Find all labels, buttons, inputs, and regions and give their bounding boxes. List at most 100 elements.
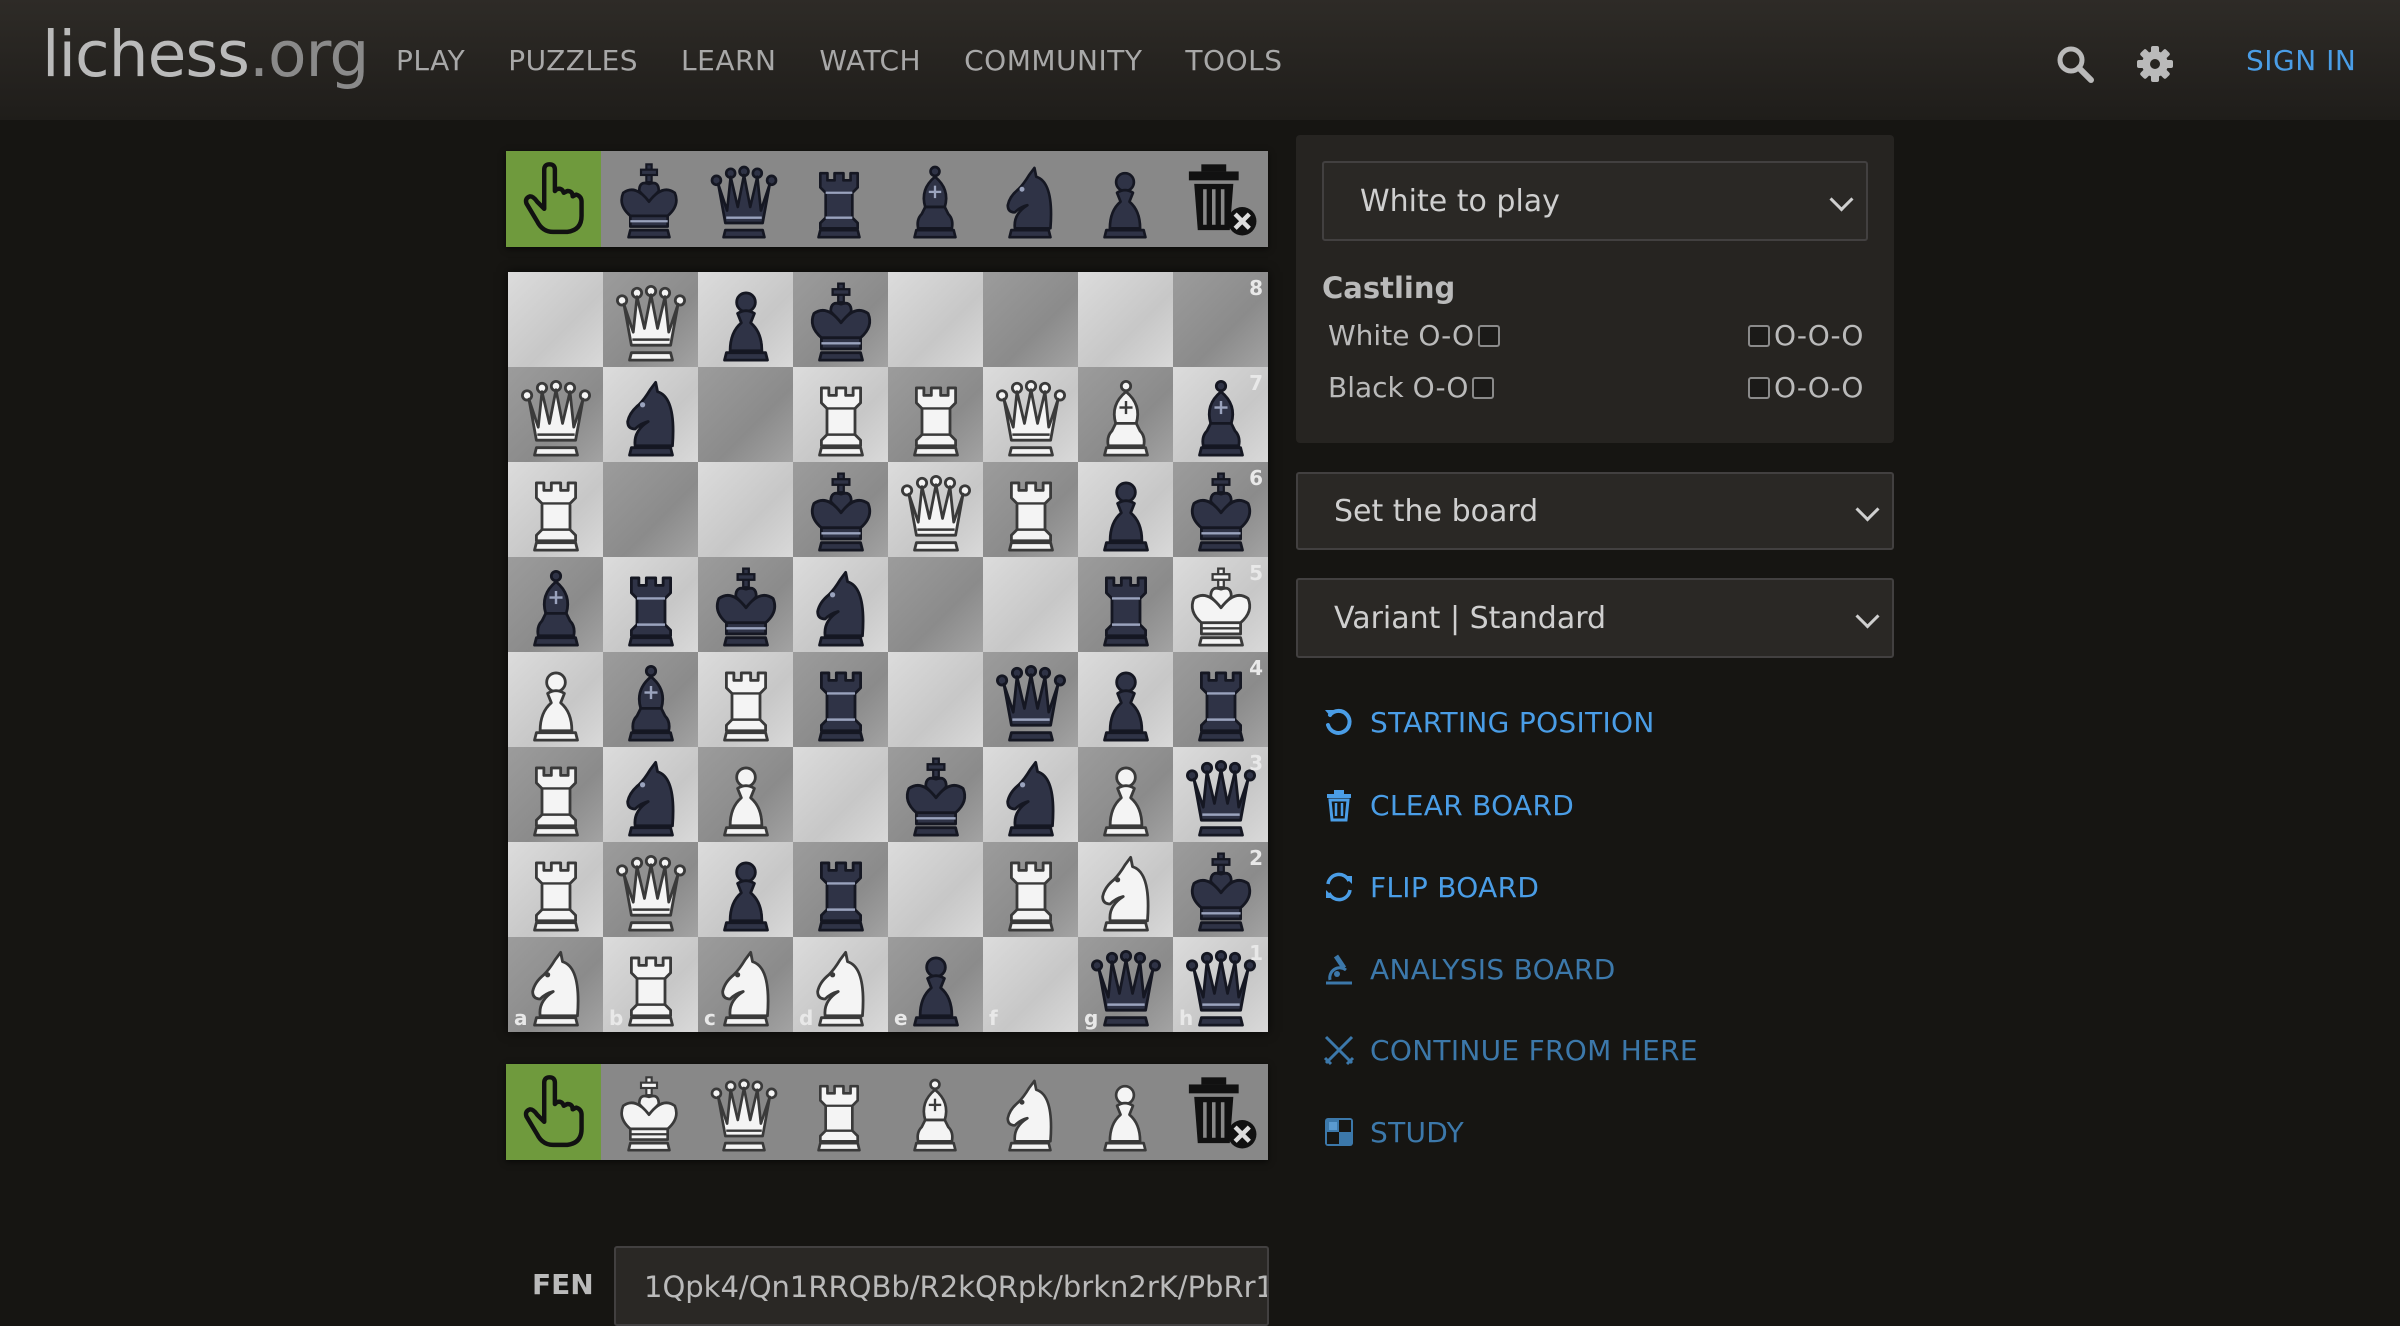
flip-board-button[interactable]: FLIP BOARD	[1322, 870, 1539, 904]
pointer-tool-icon[interactable]	[506, 1064, 601, 1160]
square-a8[interactable]	[508, 272, 603, 367]
square-d8[interactable]	[793, 272, 888, 367]
site-logo[interactable]: lichess.org	[42, 18, 369, 91]
study-button[interactable]: STUDY	[1322, 1115, 1464, 1149]
square-b1[interactable]: b	[603, 937, 698, 1032]
nav-tools[interactable]: TOOLS	[1185, 44, 1282, 77]
square-d5[interactable]	[793, 557, 888, 652]
spare-black-king-icon[interactable]	[601, 151, 696, 247]
square-a3[interactable]	[508, 747, 603, 842]
square-c1[interactable]: c	[698, 937, 793, 1032]
black-rook-icon[interactable]	[799, 848, 883, 932]
spare-white-queen-icon[interactable]	[697, 1064, 792, 1160]
black-king-icon[interactable]	[799, 468, 883, 552]
square-b8[interactable]	[603, 272, 698, 367]
square-h4[interactable]: 4	[1173, 652, 1268, 747]
starting-position-button[interactable]: STARTING POSITION	[1322, 705, 1655, 739]
square-g3[interactable]	[1078, 747, 1173, 842]
nav-learn[interactable]: LEARN	[681, 44, 776, 77]
square-e6[interactable]	[888, 462, 983, 557]
square-e5[interactable]	[888, 557, 983, 652]
black-rook-icon[interactable]	[799, 658, 883, 742]
black-knight-icon[interactable]	[609, 373, 693, 457]
square-h1[interactable]: 1h	[1173, 937, 1268, 1032]
analysis-board-button[interactable]: ANALYSIS BOARD	[1322, 952, 1616, 986]
gear-icon[interactable]	[2135, 44, 2175, 84]
square-g4[interactable]	[1078, 652, 1173, 747]
clear-board-button[interactable]: CLEAR BOARD	[1322, 788, 1574, 822]
square-h5[interactable]: 5	[1173, 557, 1268, 652]
white-rook-icon[interactable]	[514, 753, 598, 837]
spare-black-rook-icon[interactable]	[792, 151, 887, 247]
spare-white-knight-icon[interactable]	[982, 1064, 1077, 1160]
black-king-icon[interactable]	[704, 563, 788, 647]
square-h7[interactable]: 7	[1173, 367, 1268, 462]
white-knight-icon[interactable]	[1084, 848, 1168, 932]
square-g8[interactable]	[1078, 272, 1173, 367]
pointer-tool-icon[interactable]	[506, 151, 601, 247]
square-d3[interactable]	[793, 747, 888, 842]
square-e4[interactable]	[888, 652, 983, 747]
spare-white-king-icon[interactable]	[601, 1064, 696, 1160]
square-c2[interactable]	[698, 842, 793, 937]
nav-play[interactable]: PLAY	[396, 44, 465, 77]
square-b3[interactable]	[603, 747, 698, 842]
square-f8[interactable]	[983, 272, 1078, 367]
square-h2[interactable]: 2	[1173, 842, 1268, 937]
trash-tool-icon[interactable]	[1173, 151, 1268, 247]
white-pawn-icon[interactable]	[514, 658, 598, 742]
square-f5[interactable]	[983, 557, 1078, 652]
fen-input[interactable]: 1Qpk4/Qn1RRQBb/R2kQRpk/brkn2rK/PbRr1q	[614, 1246, 1269, 1326]
square-b4[interactable]	[603, 652, 698, 747]
variant-select[interactable]: Variant | Standard	[1296, 578, 1894, 658]
spare-white-bishop-icon[interactable]	[887, 1064, 982, 1160]
black-pawn-icon[interactable]	[1084, 658, 1168, 742]
square-d4[interactable]	[793, 652, 888, 747]
square-g1[interactable]: g	[1078, 937, 1173, 1032]
square-c5[interactable]	[698, 557, 793, 652]
square-b7[interactable]	[603, 367, 698, 462]
square-e2[interactable]	[888, 842, 983, 937]
square-e8[interactable]	[888, 272, 983, 367]
white-rook-icon[interactable]	[989, 468, 1073, 552]
turn-select[interactable]: White to play	[1322, 161, 1868, 241]
spare-black-pawn-icon[interactable]	[1078, 151, 1173, 247]
black-bishop-icon[interactable]	[609, 658, 693, 742]
square-e3[interactable]	[888, 747, 983, 842]
square-f1[interactable]: f	[983, 937, 1078, 1032]
square-d7[interactable]	[793, 367, 888, 462]
square-h6[interactable]: 6	[1173, 462, 1268, 557]
nav-watch[interactable]: WATCH	[819, 44, 921, 77]
square-d1[interactable]: d	[793, 937, 888, 1032]
white-queen-icon[interactable]	[609, 278, 693, 362]
square-a7[interactable]	[508, 367, 603, 462]
white-rook-icon[interactable]	[799, 373, 883, 457]
square-h3[interactable]: 3	[1173, 747, 1268, 842]
black-knight-icon[interactable]	[799, 563, 883, 647]
white-queen-icon[interactable]	[894, 468, 978, 552]
black-bishop-icon[interactable]	[514, 563, 598, 647]
search-icon[interactable]	[2055, 44, 2095, 84]
continue-from-here-button[interactable]: CONTINUE FROM HERE	[1322, 1033, 1698, 1067]
square-f4[interactable]	[983, 652, 1078, 747]
spare-black-bishop-icon[interactable]	[887, 151, 982, 247]
square-e7[interactable]	[888, 367, 983, 462]
white-pawn-icon[interactable]	[704, 753, 788, 837]
square-c6[interactable]	[698, 462, 793, 557]
black-rook-icon[interactable]	[1084, 563, 1168, 647]
square-d2[interactable]	[793, 842, 888, 937]
white-queen-icon[interactable]	[609, 848, 693, 932]
black-queen-icon[interactable]	[989, 658, 1073, 742]
square-f2[interactable]	[983, 842, 1078, 937]
square-e1[interactable]: e	[888, 937, 983, 1032]
trash-tool-icon[interactable]	[1173, 1064, 1268, 1160]
black-ooo-checkbox[interactable]	[1748, 376, 1770, 399]
black-pawn-icon[interactable]	[704, 848, 788, 932]
square-g6[interactable]	[1078, 462, 1173, 557]
spare-black-knight-icon[interactable]	[982, 151, 1077, 247]
spare-black-queen-icon[interactable]	[697, 151, 792, 247]
black-rook-icon[interactable]	[609, 563, 693, 647]
set-board-select[interactable]: Set the board	[1296, 472, 1894, 550]
white-pawn-icon[interactable]	[1084, 753, 1168, 837]
black-pawn-icon[interactable]	[704, 278, 788, 362]
